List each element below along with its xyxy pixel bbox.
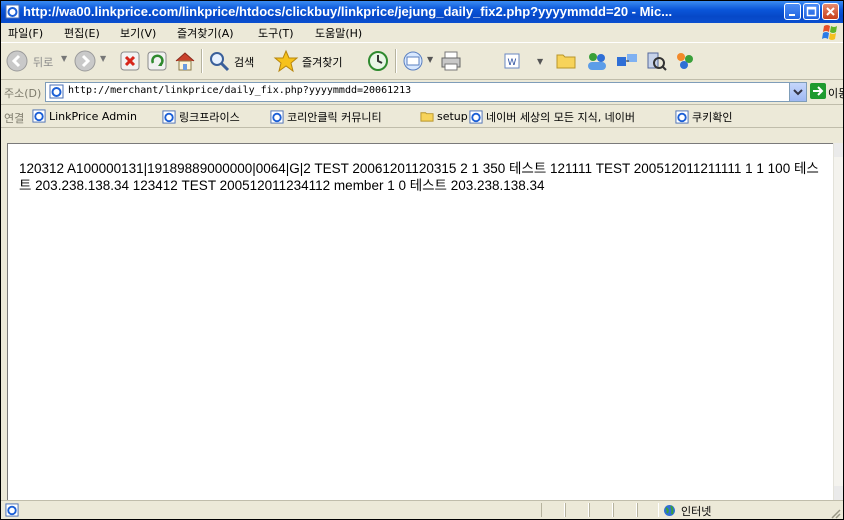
- address-label: 주소(D): [4, 87, 42, 100]
- security-zone-label: 인터넷: [681, 505, 712, 518]
- users-icon[interactable]: [672, 49, 698, 73]
- forward-icon: [74, 50, 96, 72]
- toolbar-separator: [201, 49, 203, 73]
- browser-window: http://wa00.linkprice.com/linkprice/htdo…: [0, 0, 844, 520]
- mail-button[interactable]: ▼: [401, 49, 435, 73]
- ie-page-icon: [32, 109, 46, 123]
- link-label: setup: [437, 110, 468, 123]
- window-title: http://wa00.linkprice.com/linkprice/htdo…: [23, 4, 673, 19]
- chevron-down-icon: [793, 89, 803, 96]
- ie-page-icon: [469, 110, 483, 124]
- ie-page-icon: [675, 110, 689, 124]
- scroll-down-button[interactable]: [834, 486, 843, 500]
- links-label: 연결: [4, 112, 25, 125]
- link-label: 링크프라이스: [179, 111, 240, 124]
- link-label: LinkPrice Admin: [49, 110, 137, 123]
- status-panel: [589, 503, 613, 517]
- ie-page-icon: [5, 4, 20, 19]
- address-bar: 주소(D) http://merchant/linkprice/daily_fi…: [1, 80, 843, 105]
- address-dropdown-button[interactable]: [789, 83, 806, 101]
- link-cookie-check[interactable]: 쿠키확인: [675, 109, 732, 125]
- minimize-icon: [789, 14, 795, 16]
- print-icon[interactable]: [439, 49, 463, 73]
- back-dropdown-icon[interactable]: ▼: [61, 54, 67, 63]
- ie-page-icon: [49, 84, 64, 99]
- svg-text:W: W: [508, 58, 517, 68]
- standard-toolbar: 뒤로 ▼ ▼ 검색 즐겨찾기 ▼ W ▼: [1, 43, 843, 80]
- back-button[interactable]: 뒤로 ▼: [5, 49, 69, 73]
- link-naver[interactable]: 네이버 세상의 모든 지식, 네이버: [469, 109, 635, 125]
- search-icon: [210, 52, 230, 72]
- ie-page-icon: [270, 110, 284, 124]
- menu-tools[interactable]: 도구(T): [258, 25, 294, 41]
- toolbar-separator: [395, 49, 397, 73]
- back-label: 뒤로: [33, 56, 54, 69]
- favorites-star-icon: [273, 49, 299, 73]
- favorites-button[interactable]: 즐겨찾기: [273, 49, 363, 73]
- back-icon: [6, 50, 28, 72]
- forward-button[interactable]: ▼: [73, 49, 109, 73]
- mail-dropdown-icon[interactable]: ▼: [427, 55, 433, 64]
- status-panel: [637, 503, 659, 517]
- links-bar: 연결 LinkPrice Admin 링크프라이스 코리안클릭 커뮤니티 set…: [1, 105, 843, 128]
- search-label: 검색: [234, 56, 255, 69]
- go-button[interactable]: [810, 83, 826, 99]
- link-label: 쿠키확인: [692, 111, 733, 124]
- link-linkprice[interactable]: 링크프라이스: [162, 109, 240, 125]
- research-icon[interactable]: [644, 49, 668, 73]
- home-icon[interactable]: [173, 49, 197, 73]
- status-panel: [565, 503, 589, 517]
- status-panel: [613, 503, 637, 517]
- menu-favorites[interactable]: 즐겨찾기(A): [177, 25, 234, 41]
- mail-icon: [403, 51, 423, 71]
- scroll-up-button[interactable]: [834, 143, 843, 157]
- page-content[interactable]: 120312 A100000131|19189889000000|0064|G|…: [7, 143, 834, 501]
- windows-logo-icon: [822, 25, 837, 40]
- close-icon: [826, 7, 835, 16]
- maximize-button[interactable]: [803, 3, 820, 20]
- folder-icon: [420, 112, 434, 122]
- search-button[interactable]: 검색: [207, 49, 269, 73]
- title-bar[interactable]: http://wa00.linkprice.com/linkprice/htdo…: [1, 1, 843, 23]
- vertical-scrollbar[interactable]: [833, 143, 843, 500]
- bluetooth-icon[interactable]: [615, 49, 639, 73]
- link-label: 네이버 세상의 모든 지식, 네이버: [486, 111, 636, 124]
- close-button[interactable]: [822, 3, 839, 20]
- menu-file[interactable]: 파일(F): [8, 25, 43, 41]
- link-koreanclick-community[interactable]: 코리안클릭 커뮤니티: [270, 109, 382, 125]
- refresh-icon[interactable]: [146, 49, 168, 73]
- go-label[interactable]: 이동: [828, 85, 843, 101]
- menu-bar: 파일(F) 편집(E) 보기(V) 즐겨찾기(A) 도구(T) 도움말(H): [1, 23, 843, 43]
- forward-dropdown-icon[interactable]: ▼: [100, 54, 106, 63]
- resize-grip-icon[interactable]: [829, 507, 841, 519]
- word-dropdown-icon[interactable]: ▼: [537, 57, 543, 66]
- link-setup[interactable]: setup: [420, 109, 468, 123]
- menu-view[interactable]: 보기(V): [120, 25, 156, 41]
- page-body-text: 120312 A100000131|19189889000000|0064|G|…: [19, 161, 819, 193]
- go-arrow-icon: [813, 86, 824, 96]
- word-icon[interactable]: W: [502, 49, 522, 73]
- status-panel: [541, 503, 565, 517]
- link-label: 코리안클릭 커뮤니티: [287, 111, 382, 124]
- menu-edit[interactable]: 편집(E): [64, 25, 100, 41]
- globe-icon: [664, 505, 675, 516]
- menu-help[interactable]: 도움말(H): [315, 25, 362, 41]
- maximize-icon: [806, 6, 817, 17]
- stop-icon[interactable]: [119, 49, 141, 73]
- ie-page-icon: [162, 110, 176, 124]
- favorites-label: 즐겨찾기: [302, 56, 343, 69]
- ie-page-icon: [5, 503, 19, 517]
- history-icon[interactable]: [366, 49, 390, 73]
- address-input[interactable]: http://merchant/linkprice/daily_fix.php?…: [45, 82, 807, 102]
- status-bar: 인터넷: [1, 500, 843, 519]
- folder-icon[interactable]: [554, 49, 578, 73]
- link-linkprice-admin[interactable]: LinkPrice Admin: [32, 109, 137, 123]
- address-url[interactable]: http://merchant/linkprice/daily_fix.php?…: [68, 85, 411, 96]
- messenger-icon[interactable]: [584, 49, 610, 73]
- minimize-button[interactable]: [784, 3, 801, 20]
